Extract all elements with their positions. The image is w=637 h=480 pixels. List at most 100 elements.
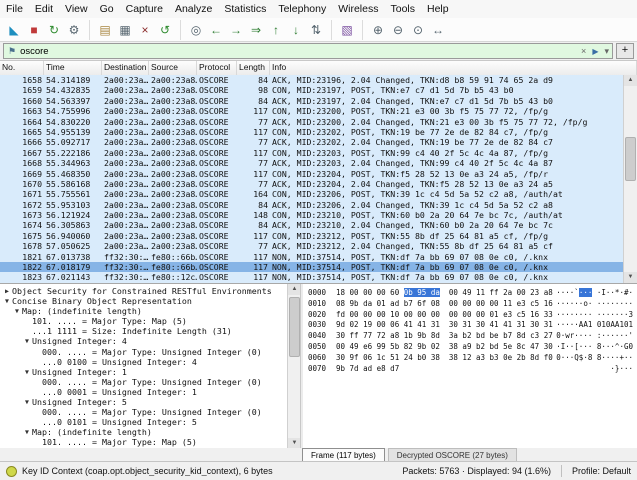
restart-capture-icon[interactable]: ↻ [44,20,64,40]
close-file-icon[interactable]: × [135,20,155,40]
hex-ascii[interactable]: 0···Q$·8 8····+·· [556,353,635,364]
tree-item[interactable]: ▼ Unsigned Integer: 1 [0,367,287,377]
hex-ascii[interactable]: ······o· ········ [556,299,635,310]
expander-icon[interactable] [32,407,42,417]
menu-item[interactable]: Tools [384,3,421,15]
packet-row[interactable]: 1664 54.830220 2a00:23a… 2a00:23a8… OSCO… [0,117,624,127]
column-header[interactable]: Info [270,61,637,75]
tree-item[interactable]: ▼ Unsigned Integer: 5 [0,397,287,407]
packet-row[interactable]: 1674 56.305863 2a00:23a… 2a00:23a8… OSCO… [0,220,624,230]
save-file-icon[interactable]: ▦ [115,20,135,40]
hex-ascii[interactable]: ·I··[··· 8···^·G0 [556,342,635,353]
menu-item[interactable]: File [0,3,29,15]
tree-item[interactable]: 101. .... = Major Type: Map (5) [0,316,287,326]
packet-row[interactable]: 1669 55.468350 2a00:23a… 2a00:23a8… OSCO… [0,169,624,179]
packet-row[interactable]: 1678 57.050625 2a00:23a… 2a00:23a8… OSCO… [0,241,624,251]
packet-row[interactable]: 1675 56.940060 2a00:23a… 2a00:23a8… OSCO… [0,231,624,241]
menu-item[interactable]: Go [94,3,120,15]
menu-item[interactable]: Edit [29,3,59,15]
tree-item[interactable]: ▼ Concise Binary Object Representation [0,296,287,306]
packet-row[interactable]: 1659 54.432835 2a00:23a… 2a00:23a8… OSCO… [0,85,624,95]
expander-icon[interactable]: ▼ [2,296,12,306]
hex-row[interactable]: 0030 9d 02 19 00 06 41 41 31 30 31 30 41… [308,320,635,331]
filter-bookmark-icon[interactable]: ⚑ [4,46,20,57]
packet-row[interactable]: 1823 67.021143 ff32:30:… fe80::12c… OSCO… [0,272,624,282]
hex-ascii[interactable]: ·}··· [610,364,635,375]
expander-icon[interactable]: ▼ [22,336,32,346]
hex-ascii[interactable]: ·····AA1 010AA101 [556,320,635,331]
menu-item[interactable]: Wireless [332,3,384,15]
colorize-icon[interactable]: ▧ [331,20,357,40]
menu-item[interactable]: Analyze [169,3,218,15]
menu-item[interactable]: View [59,3,94,15]
zoom-out-icon[interactable]: ⊖ [388,20,408,40]
menu-item[interactable]: Capture [120,3,169,15]
column-header[interactable]: Source [149,61,197,75]
expander-icon[interactable] [22,316,32,326]
capture-options-icon[interactable]: ⚙ [64,20,84,40]
tree-item[interactable]: 000. .... = Major Type: Unsigned Integer… [0,377,287,387]
hex-row[interactable]: 0070 9b 7d ad e8 d7 ·}··· [308,364,635,375]
hex-row[interactable]: 0010 08 9b da 01 ad b7 6f 08 00 00 00 00… [308,299,635,310]
packet-row[interactable]: 1666 55.092717 2a00:23a… 2a00:23a8… OSCO… [0,137,624,147]
hex-bytes[interactable]: 30 ff 77 72 a8 1b 9b 8d 3a b2 bd be b7 8… [336,331,553,342]
expander-icon[interactable] [22,326,32,336]
hex-bytes[interactable]: 9d 02 19 00 06 41 41 31 30 31 30 41 41 3… [336,320,553,331]
packet-row[interactable]: 1671 55.755561 2a00:23a… 2a00:23a8… OSCO… [0,189,624,199]
detail-scrollbar[interactable]: ▲ ▼ [287,284,301,449]
go-last-icon[interactable]: ↓ [286,20,306,40]
packet-row[interactable]: 1668 55.344963 2a00:23a… 2a00:23a8… OSCO… [0,158,624,168]
go-forward-icon[interactable]: → [226,20,246,40]
hex-ascii[interactable]: ····`··· ·I··*·#· [556,288,635,299]
expander-icon[interactable]: ▼ [22,427,32,437]
tree-item[interactable]: ...0 0001 = Unsigned Integer: 1 [0,387,287,397]
hex-row[interactable]: 0000 18 00 00 00 60 0b 95 da 00 49 11 ff… [308,288,635,299]
resize-columns-icon[interactable]: ↔ [428,20,448,40]
packet-row[interactable]: 1660 54.563397 2a00:23a… 2a00:23a8… OSCO… [0,96,624,106]
expander-icon[interactable]: ▼ [22,397,32,407]
tree-item[interactable]: 000. .... = Major Type: Unsigned Integer… [0,407,287,417]
auto-scroll-icon[interactable]: ⇅ [306,20,326,40]
byte-view-tab[interactable]: Decrypted OSCORE (27 bytes) [388,448,517,462]
tree-item[interactable]: 000. .... = Major Type: Unsigned Integer… [0,347,287,357]
column-header[interactable]: Length [237,61,270,75]
apply-filter-icon[interactable]: ▶ [589,47,601,56]
hex-ascii[interactable]: ········ ·······3 [556,310,635,321]
filter-value[interactable]: oscore [20,46,49,57]
hex-row[interactable]: 0050 00 49 e6 99 5b 82 9b 02 38 a9 b2 bd… [308,342,635,353]
filter-dropdown-icon[interactable]: ▾ [601,46,612,57]
stop-capture-icon[interactable]: ■ [24,20,44,40]
packet-row[interactable]: 1672 55.953103 2a00:23a… 2a00:23a8… OSCO… [0,200,624,210]
menu-item[interactable]: Telephony [272,3,332,15]
add-filter-button[interactable]: + [616,43,634,59]
scroll-down-icon[interactable]: ▼ [624,272,637,283]
scroll-up-icon[interactable]: ▲ [624,75,637,86]
packet-list-scrollbar[interactable]: ▲ ▼ [623,75,637,283]
start-capture-icon[interactable]: ◣ [4,20,24,40]
packet-row[interactable]: 1821 67.013738 ff32:30:… fe80::66b… OSCO… [0,252,624,262]
menu-item[interactable]: Statistics [218,3,272,15]
hex-row[interactable]: 0060 30 9f 06 1c 51 24 b0 38 38 12 a3 b3… [308,353,635,364]
packet-row[interactable]: 1673 56.121924 2a00:23a… 2a00:23a8… OSCO… [0,210,624,220]
expander-icon[interactable] [32,437,42,447]
reload-icon[interactable]: ↺ [155,20,175,40]
expander-icon[interactable] [32,387,42,397]
column-header[interactable]: Time [44,61,102,75]
expander-icon[interactable]: ▼ [12,306,22,316]
display-filter-input[interactable]: ⚑ oscore × ▶ ▾ [3,43,613,59]
menu-item[interactable]: Help [421,3,455,15]
zoom-in-icon[interactable]: ⊕ [362,20,388,40]
packet-row[interactable]: 1667 55.222186 2a00:23a… 2a00:23a8… OSCO… [0,148,624,158]
tree-item[interactable]: ▶ Object Security for Constrained RESTfu… [0,286,287,296]
zoom-reset-icon[interactable]: ⊙ [408,20,428,40]
hex-row[interactable]: 0020 fd 00 00 00 10 00 00 00 00 00 00 01… [308,310,635,321]
go-back-icon[interactable]: ← [206,20,226,40]
hex-ascii[interactable]: 0·wr···· :······' [556,331,635,342]
tree-item[interactable]: 101. .... = Major Type: Map (5) [0,437,287,447]
hex-bytes[interactable]: 30 9f 06 1c 51 24 b0 38 38 12 a3 b3 0e 2… [336,353,553,364]
packet-row[interactable]: 1658 54.314189 2a00:23a… 2a00:23a8… OSCO… [0,75,624,85]
expander-icon[interactable] [32,377,42,387]
expander-icon[interactable] [32,417,42,427]
expander-icon[interactable] [32,347,42,357]
hex-bytes[interactable]: 08 9b da 01 ad b7 6f 08 00 00 00 00 11 e… [336,299,553,310]
